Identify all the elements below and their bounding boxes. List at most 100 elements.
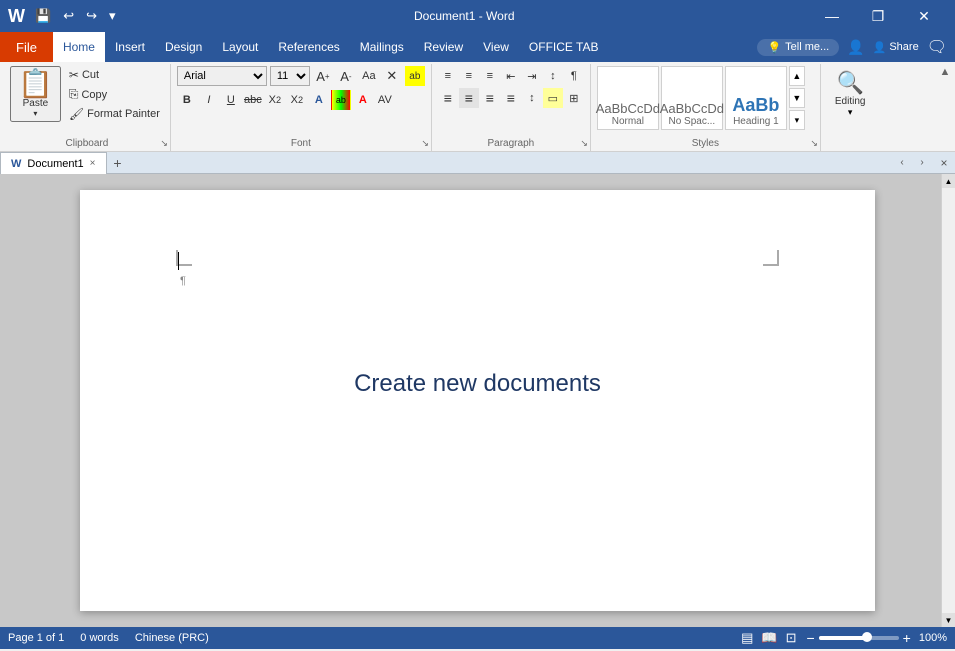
bold-button[interactable]: B xyxy=(177,90,197,110)
ribbon-group-paragraph: ≡ ≡ ≡ ⇤ ⇥ ↕ ¶ ≡ ≡ ≡ ≡ ↕ ▭ ⊞ Paragraph ↘ xyxy=(432,64,591,151)
change-case-button[interactable]: Aa xyxy=(359,66,379,86)
document-content-text[interactable]: Create new documents xyxy=(176,370,779,398)
document-tab[interactable]: W Document1 × xyxy=(0,152,107,174)
show-formatting-marks-button[interactable]: ¶ xyxy=(564,66,584,86)
style-normal-label: Normal xyxy=(612,116,644,127)
decrease-font-size-button[interactable]: A- xyxy=(336,66,356,86)
style-scroll-down-button[interactable]: ▼ xyxy=(789,88,805,108)
zoom-slider-track[interactable] xyxy=(819,636,899,640)
scroll-down-button[interactable]: ▼ xyxy=(942,613,955,627)
increase-font-size-button[interactable]: A+ xyxy=(313,66,333,86)
line-spacing-button[interactable]: ↕ xyxy=(522,88,542,108)
clear-formatting-button[interactable]: ✕ xyxy=(382,66,402,86)
redo-button[interactable]: ↪ xyxy=(82,6,101,26)
quick-access-toolbar: 💾 ↩ ↪ ▾ xyxy=(31,6,120,26)
strikethrough-button[interactable]: abc xyxy=(243,90,263,110)
margin-corner-top-right xyxy=(763,250,779,266)
comments-icon[interactable]: 🗨 xyxy=(927,37,947,57)
decrease-indent-button[interactable]: ⇤ xyxy=(501,66,521,86)
layout-menu-item[interactable]: Layout xyxy=(212,32,268,62)
scroll-up-button[interactable]: ▲ xyxy=(942,174,955,188)
editing-dropdown-icon[interactable]: ▾ xyxy=(848,107,853,118)
style-normal[interactable]: AaBbCcDd Normal xyxy=(597,66,659,130)
copy-button[interactable]: ⎘ Copy xyxy=(65,85,164,104)
view-normal-button[interactable]: ▤ xyxy=(739,630,755,646)
references-menu-item[interactable]: References xyxy=(268,32,349,62)
style-heading1[interactable]: AaBb Heading 1 xyxy=(725,66,787,130)
document-tab-close-button[interactable]: × xyxy=(90,158,96,169)
close-all-tabs-button[interactable]: × xyxy=(933,152,955,174)
align-left-button[interactable]: ≡ xyxy=(438,88,458,108)
view-web-button[interactable]: ⊡ xyxy=(784,630,799,646)
font-name-select[interactable]: Arial xyxy=(177,66,267,86)
zoom-in-button[interactable]: + xyxy=(903,630,911,646)
format-painter-button[interactable]: 🖌 Format Painter xyxy=(65,105,164,123)
menu-items: Home Insert Design Layout References Mai… xyxy=(53,32,609,62)
word-count-label: 0 words xyxy=(80,632,119,644)
zoom-slider-thumb[interactable] xyxy=(862,632,872,642)
close-button[interactable]: ✕ xyxy=(901,0,947,32)
view-menu-item[interactable]: View xyxy=(473,32,519,62)
customize-quick-access-button[interactable]: ▾ xyxy=(105,6,120,26)
clipboard-expand-icon[interactable]: ↘ xyxy=(160,138,168,149)
shading-button[interactable]: ▭ xyxy=(543,88,563,108)
character-spacing-button[interactable]: AV xyxy=(375,90,395,110)
file-menu-item[interactable]: File xyxy=(0,32,53,62)
italic-button[interactable]: I xyxy=(199,90,219,110)
tell-me-button[interactable]: 💡 Tell me... xyxy=(757,39,839,56)
subscript-button[interactable]: X2 xyxy=(265,90,285,110)
design-menu-item[interactable]: Design xyxy=(155,32,212,62)
mailings-menu-item[interactable]: Mailings xyxy=(350,32,414,62)
superscript-button[interactable]: X2 xyxy=(287,90,307,110)
increase-indent-button[interactable]: ⇥ xyxy=(522,66,542,86)
paragraph-expand-icon[interactable]: ↘ xyxy=(580,138,588,149)
insert-menu-item[interactable]: Insert xyxy=(105,32,155,62)
title-bar: W 💾 ↩ ↪ ▾ Document1 - Word — ❐ ✕ xyxy=(0,0,955,32)
new-tab-button[interactable]: + xyxy=(107,152,129,174)
sort-button[interactable]: ↕ xyxy=(543,66,563,86)
style-no-spacing[interactable]: AaBbCcDd No Spac... xyxy=(661,66,723,130)
paste-button[interactable]: 📋 Paste ▾ xyxy=(10,66,61,122)
font-format-row: B I U abc X2 X2 A ab A AV xyxy=(177,90,395,110)
bullets-button[interactable]: ≡ xyxy=(438,66,458,86)
underline-button[interactable]: U xyxy=(221,90,241,110)
share-button[interactable]: 👤 Share xyxy=(873,41,919,54)
text-highlight-color-button[interactable]: ab xyxy=(331,90,351,110)
undo-button[interactable]: ↩ xyxy=(59,6,78,26)
styles-expand-icon[interactable]: ↘ xyxy=(810,138,818,149)
save-button[interactable]: 💾 xyxy=(31,6,55,26)
vertical-scrollbar[interactable]: ▲ ▼ xyxy=(941,174,955,627)
restore-button[interactable]: ❐ xyxy=(855,0,901,32)
font-label: Font xyxy=(171,138,431,149)
tab-scroll-right-button[interactable]: › xyxy=(913,152,931,174)
tab-scroll-left-button[interactable]: ‹ xyxy=(893,152,911,174)
align-right-button[interactable]: ≡ xyxy=(480,88,500,108)
text-highlight-button[interactable]: ab xyxy=(405,66,425,86)
document-area[interactable]: ¶ Create new documents ▲ ▼ xyxy=(0,174,955,627)
review-menu-item[interactable]: Review xyxy=(414,32,473,62)
align-center-button[interactable]: ≡ xyxy=(459,88,479,108)
zoom-out-button[interactable]: − xyxy=(806,630,814,646)
editing-content: 🔍 Editing ▾ xyxy=(827,66,874,151)
numbering-button[interactable]: ≡ xyxy=(459,66,479,86)
font-color-button[interactable]: A xyxy=(353,90,373,110)
copy-icon: ⎘ xyxy=(69,87,79,102)
office-tab-menu-item[interactable]: OFFICE TAB xyxy=(519,32,609,62)
home-menu-item[interactable]: Home xyxy=(53,32,105,62)
style-expand-button[interactable]: ▾ xyxy=(789,110,805,130)
style-scroll-up-button[interactable]: ▲ xyxy=(789,66,805,86)
paragraph-row-1: ≡ ≡ ≡ ⇤ ⇥ ↕ ¶ xyxy=(438,66,584,86)
view-reading-button[interactable]: 📖 xyxy=(759,630,779,646)
text-effects-button[interactable]: A xyxy=(309,90,329,110)
minimize-button[interactable]: — xyxy=(809,0,855,32)
ribbon-collapse-button[interactable]: ▲ xyxy=(935,62,955,82)
menu-right: 💡 Tell me... 👤 👤 Share 🗨 xyxy=(757,32,955,62)
status-bar: Page 1 of 1 0 words Chinese (PRC) ▤ 📖 ⊡ … xyxy=(0,627,955,649)
cut-button[interactable]: ✂ Cut xyxy=(65,66,164,84)
borders-button[interactable]: ⊞ xyxy=(564,88,584,108)
font-size-select[interactable]: 11 xyxy=(270,66,310,86)
font-expand-icon[interactable]: ↘ xyxy=(421,138,429,149)
multilevel-list-button[interactable]: ≡ xyxy=(480,66,500,86)
justify-button[interactable]: ≡ xyxy=(501,88,521,108)
document-page[interactable]: ¶ Create new documents xyxy=(80,190,875,611)
